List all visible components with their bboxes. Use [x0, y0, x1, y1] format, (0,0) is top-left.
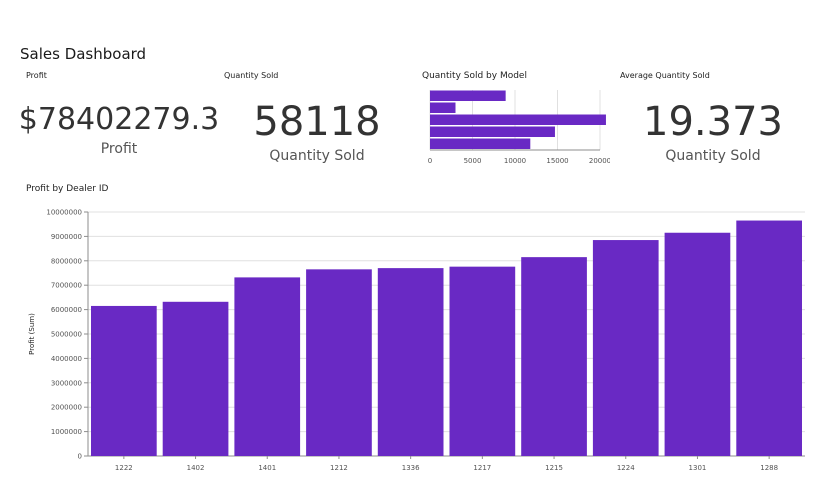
dealer-y-axis-label: Profit (Sum)	[28, 313, 36, 355]
profit-tile-title: Profit	[26, 71, 47, 80]
dealer-y-tick-label: 3000000	[51, 379, 82, 387]
model-x-tick-label: 5000	[464, 157, 482, 165]
model-bar	[430, 114, 606, 125]
model-bar	[430, 90, 506, 101]
quantity-kpi-label: Quantity Sold	[269, 148, 365, 164]
dealer-y-tick-label: 9000000	[51, 233, 82, 241]
dealer-y-tick-label: 5000000	[51, 331, 82, 339]
quantity-tile-title: Quantity Sold	[224, 71, 279, 80]
dealer-chart-title: Profit by Dealer ID	[26, 184, 109, 194]
dealer-y-tick-label: 6000000	[51, 306, 82, 314]
dealer-bar	[736, 220, 802, 456]
dealer-bar	[377, 268, 444, 456]
dealer-bar	[592, 240, 659, 456]
model-bar-chart: 0 5000 10000 15000 20000	[428, 90, 610, 165]
model-bar	[430, 138, 531, 149]
dealer-x-tick-label: 1402	[187, 464, 205, 472]
profit-kpi-label: Profit	[100, 141, 138, 157]
dealer-y-tick-label: 7000000	[51, 282, 82, 290]
dealer-x-tick-label: 1222	[115, 464, 133, 472]
dealer-y-tick-label: 8000000	[51, 257, 82, 265]
model-bar	[430, 126, 555, 137]
model-x-tick-label: 20000	[589, 157, 610, 165]
average-kpi-value: 19.373	[643, 99, 783, 145]
quantity-kpi-value: 58118	[253, 99, 381, 145]
model-x-tick-label: 10000	[504, 157, 526, 165]
dealer-bar	[449, 266, 516, 456]
dealer-bar	[234, 277, 301, 456]
dealer-bar-chart: 0 1000000 2000000 3000000 4000000 5000000 6000…	[28, 209, 805, 472]
dealer-bar	[91, 305, 157, 456]
dealer-x-tick-label: 1288	[760, 464, 778, 472]
dealer-x-tick-label: 1401	[258, 464, 276, 472]
model-chart-title: Quantity Sold by Model	[422, 71, 527, 81]
model-x-tick-label: 0	[428, 157, 432, 165]
dealer-y-tick-label: 0	[78, 453, 82, 461]
dealer-bar	[162, 301, 229, 456]
dealer-x-tick-label: 1215	[545, 464, 563, 472]
dealer-bar	[521, 257, 587, 456]
dealer-x-tick-label: 1217	[473, 464, 491, 472]
average-kpi-label: Quantity Sold	[665, 148, 761, 164]
dealer-bar	[664, 232, 731, 456]
dealer-x-tick-label: 1224	[617, 464, 635, 472]
dashboard-title: Sales Dashboard	[20, 45, 147, 63]
dealer-y-tick-label: 4000000	[51, 355, 82, 363]
dealer-y-tick-label: 1000000	[51, 428, 82, 436]
dealer-x-tick-label: 1301	[689, 464, 707, 472]
profit-kpi-value: $78402279.3	[18, 102, 220, 137]
average-tile-title: Average Quantity Sold	[620, 71, 710, 80]
dealer-bar	[306, 269, 372, 456]
model-x-tick-label: 15000	[546, 157, 568, 165]
dealer-y-tick-label: 2000000	[51, 404, 82, 412]
model-bar	[430, 102, 456, 113]
dealer-x-tick-label: 1212	[330, 464, 348, 472]
dealer-x-tick-label: 1336	[402, 464, 420, 472]
dealer-y-tick-label: 10000000	[46, 209, 82, 217]
